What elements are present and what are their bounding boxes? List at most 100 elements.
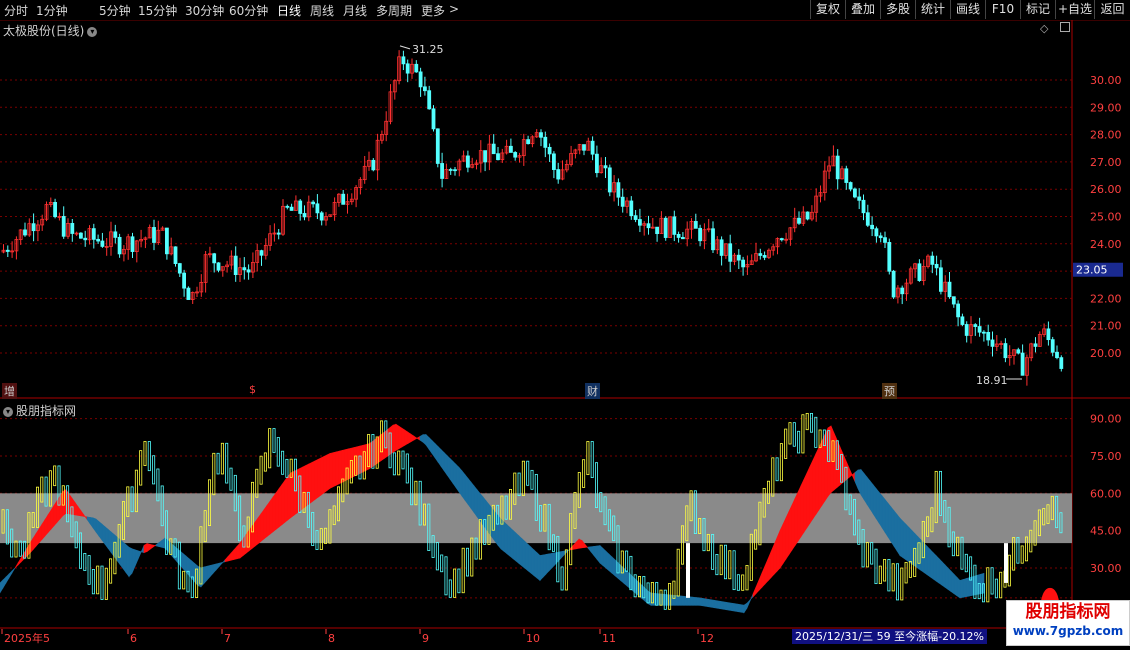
ribbon-segment	[680, 595, 685, 606]
candle-body	[1033, 343, 1038, 347]
oscillator-bar	[276, 437, 280, 467]
price-tick-label: 20.00	[1090, 347, 1122, 360]
ribbon-segment	[560, 550, 565, 559]
oscillator-bar	[225, 442, 229, 484]
oscillator-bar	[900, 567, 904, 601]
ribbon-segment	[770, 544, 775, 579]
ribbon-segment	[317, 457, 322, 498]
ribbon-segment	[761, 565, 766, 588]
ribbon-segment	[323, 454, 328, 494]
oscillator-bar	[143, 441, 147, 466]
candle-body	[964, 324, 969, 336]
ribbon-segment	[542, 554, 547, 579]
candle-body	[315, 203, 320, 214]
chevron-down-icon[interactable]: ▾	[3, 406, 13, 417]
ribbon-segment	[893, 509, 898, 552]
oscillator-bar	[719, 544, 723, 576]
candle-body	[289, 206, 294, 211]
ribbon-segment	[740, 604, 745, 614]
oscillator-bar	[676, 548, 680, 597]
ribbon-segment	[524, 540, 529, 572]
ribbon-segment	[122, 541, 127, 574]
marker-yu[interactable]: 预	[882, 383, 897, 399]
ribbon-segment	[797, 485, 802, 543]
candle-body	[633, 215, 638, 220]
candle-body	[1059, 357, 1064, 369]
ribbon-segment	[113, 533, 118, 562]
ribbon-segment	[728, 602, 733, 612]
ribbon-segment	[698, 597, 703, 607]
oscillator-bar	[53, 465, 57, 487]
ribbon-segment	[371, 438, 376, 468]
marker-cai[interactable]: 财	[585, 383, 600, 399]
candle-body	[676, 233, 681, 238]
marker-zeng[interactable]: 增	[2, 383, 17, 399]
ribbon-segment	[152, 544, 157, 548]
ribbon-segment	[335, 450, 340, 486]
oscillator-bar	[728, 550, 732, 580]
oscillator-bar	[448, 579, 452, 598]
ribbon-segment	[578, 538, 583, 549]
indicator-tick-label: 45.00	[1090, 525, 1122, 538]
oscillator-bar	[405, 453, 409, 484]
oscillator-bar	[83, 553, 87, 571]
ribbon-segment	[0, 579, 4, 594]
candle-body	[990, 339, 995, 347]
candle-body	[319, 212, 324, 221]
ribbon-segment	[140, 545, 145, 554]
ribbon-segment	[269, 496, 274, 535]
current-price-label: 23.05	[1076, 264, 1108, 277]
ribbon-segment	[446, 454, 451, 481]
candle-body	[440, 163, 445, 179]
ribbon-segment	[467, 477, 472, 510]
ribbon-segment	[182, 552, 187, 573]
candle-body	[113, 231, 118, 238]
candle-body	[779, 238, 784, 241]
oscillator-bar	[100, 565, 104, 600]
candle-body	[848, 182, 853, 190]
ribbon-segment	[929, 548, 934, 580]
ribbon-segment	[863, 472, 868, 506]
candle-body	[435, 128, 440, 164]
oscillator-bar	[147, 441, 151, 472]
ribbon-segment	[170, 542, 175, 560]
ribbon-segment	[704, 598, 709, 608]
ribbon-segment	[686, 596, 691, 606]
ribbon-segment	[722, 601, 727, 611]
candle-body	[698, 227, 702, 242]
ribbon-segment	[260, 508, 265, 542]
marker-dollar[interactable]: $	[247, 383, 258, 396]
price-tick-label: 24.00	[1090, 238, 1122, 251]
candle-body	[152, 227, 156, 243]
ribbon-segment	[131, 548, 136, 574]
oscillator-bar	[990, 567, 994, 595]
candle-body	[672, 216, 677, 235]
oscillator-bar	[560, 566, 564, 591]
candle-body	[629, 200, 634, 217]
ribbon-segment	[935, 554, 940, 584]
ribbon-segment	[533, 549, 538, 579]
price-tick-label: 21.00	[1090, 320, 1122, 333]
ribbon-segment	[203, 565, 208, 585]
ribbon-segment	[149, 543, 154, 550]
date-tick-label: 12	[700, 632, 714, 645]
candle-body	[711, 228, 715, 251]
ribbon-segment	[443, 451, 448, 476]
candle-body	[1055, 351, 1059, 359]
oscillator-bar	[775, 457, 779, 482]
ribbon-segment	[866, 476, 871, 510]
ribbon-segment	[758, 572, 763, 592]
ribbon-segment	[431, 439, 436, 459]
ribbon-segment	[386, 426, 391, 458]
price-tick-label: 26.00	[1090, 183, 1122, 196]
candle-body	[552, 153, 556, 170]
candle-body	[736, 254, 741, 261]
candle-body	[276, 232, 281, 235]
candle-body	[259, 250, 264, 256]
ribbon-segment	[974, 574, 979, 596]
oscillator-bar	[904, 562, 908, 584]
candle-body	[431, 108, 436, 130]
ribbon-segment	[794, 491, 799, 547]
candle-body	[655, 226, 659, 235]
oscillator-bar	[1007, 554, 1011, 587]
